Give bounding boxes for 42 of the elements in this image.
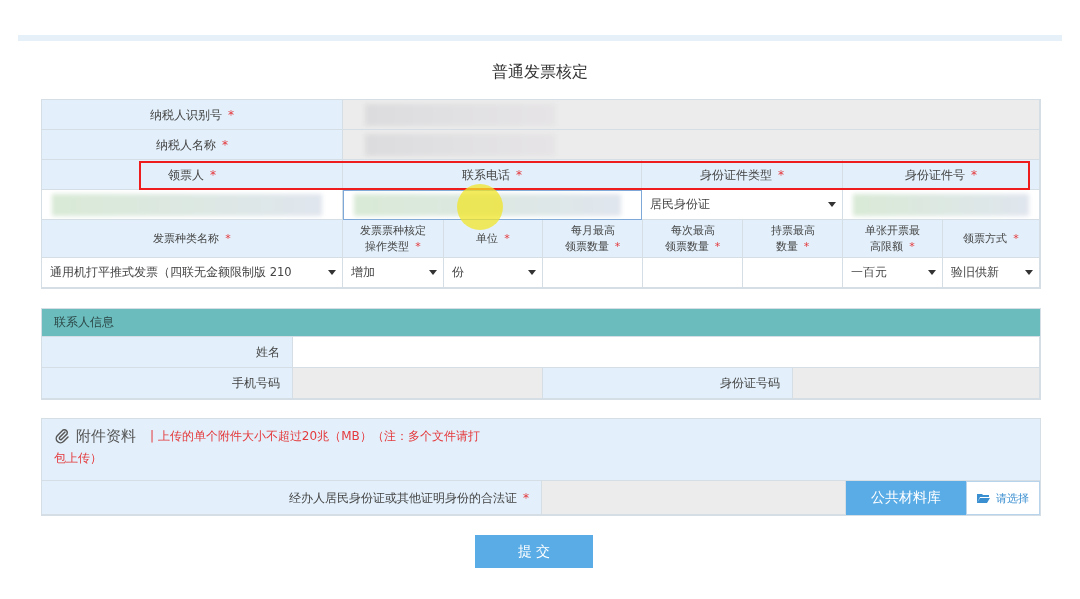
- caret-icon: [328, 270, 336, 275]
- column-header: 发票票种核定 操作类型 *: [343, 220, 444, 258]
- section-header: 联系人信息: [42, 309, 1040, 337]
- field-label: 手机号码: [42, 368, 293, 399]
- caret-icon: [828, 202, 836, 207]
- dropdown[interactable]: 份: [444, 258, 543, 288]
- upload-note: | 上传的单个附件大小不超过20兆（MB）（注：多个文件请打: [150, 428, 480, 445]
- field-label: 纳税人名称 *: [42, 130, 343, 160]
- input-field[interactable]: [42, 190, 343, 220]
- column-header: 单位 *: [444, 220, 543, 258]
- caret-icon: [429, 270, 437, 275]
- caret-icon: [928, 270, 936, 275]
- column-header: 单张开票最 高限额 *: [843, 220, 943, 258]
- dropdown[interactable]: 验旧供新: [943, 258, 1040, 288]
- column-header: 发票种类名称 *: [42, 220, 343, 258]
- page-title: 普通发票核定: [491, 61, 589, 83]
- file-field[interactable]: [542, 481, 846, 515]
- caret-icon: [528, 270, 536, 275]
- field-label: 身份证号码: [543, 368, 793, 399]
- folder-icon: [977, 493, 990, 503]
- section-title: 附件资料: [76, 426, 136, 447]
- caret-icon: [1025, 270, 1033, 275]
- column-header: 每月最高 领票数量 *: [543, 220, 643, 258]
- field-label: 纳税人识别号 *: [42, 100, 343, 130]
- dropdown[interactable]: 居民身份证: [642, 190, 843, 220]
- dropdown[interactable]: 通用机打平推式发票（四联无金额限制版 210: [42, 258, 343, 288]
- input-field[interactable]: [293, 337, 1040, 368]
- input-field[interactable]: [643, 258, 743, 288]
- field-label: 经办人居民身份证或其他证明身份的合法证 *: [42, 481, 542, 515]
- input-field[interactable]: [543, 258, 643, 288]
- input-field[interactable]: [843, 190, 1040, 220]
- dropdown[interactable]: 增加: [343, 258, 444, 288]
- upload-note: 包上传）: [54, 450, 102, 467]
- input-field[interactable]: [743, 258, 843, 288]
- column-header: 持票最高 数量 *: [743, 220, 843, 258]
- choose-file-button[interactable]: 请选择: [966, 481, 1040, 515]
- column-header: 每次最高 领票数量 *: [643, 220, 743, 258]
- dropdown[interactable]: 一百元: [843, 258, 943, 288]
- field-label: 姓名: [42, 337, 293, 368]
- column-header: 领票人 *: [42, 160, 343, 190]
- paperclip-icon: [54, 428, 70, 444]
- column-header: 领票方式 *: [943, 220, 1040, 258]
